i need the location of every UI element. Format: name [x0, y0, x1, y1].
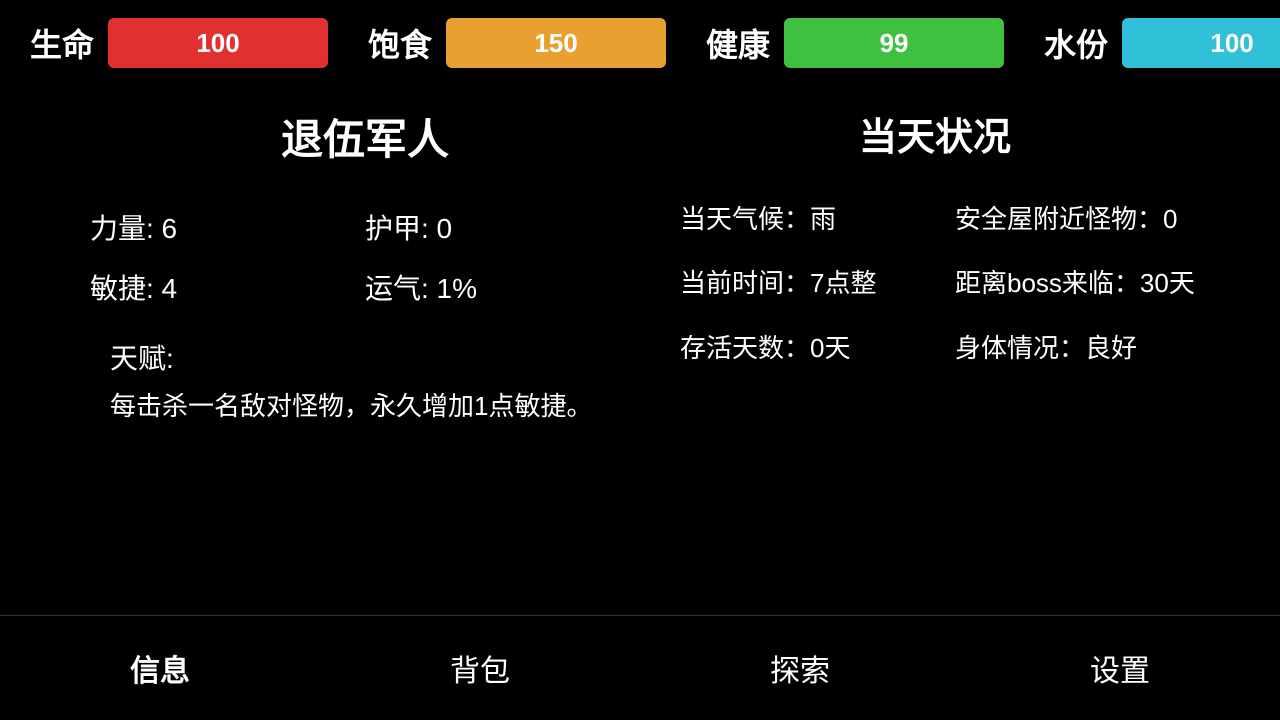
monsters-item: 安全屋附近怪物：0: [955, 201, 1210, 237]
water-value: 100: [1210, 28, 1253, 59]
hp-bar: 100: [108, 18, 328, 68]
stats-grid: 力量: 6 护甲: 0 敏捷: 4 运气: 1%: [50, 207, 620, 327]
daily-grid: 当天气候：雨 安全屋附近怪物：0 当前时间：7点整 距离boss来临：30天 存…: [660, 201, 1230, 366]
nav-explore[interactable]: 探索: [640, 636, 960, 700]
hp-value: 100: [196, 28, 239, 59]
water-group: 水份 100: [1044, 18, 1280, 68]
luck-stat: 运气: 1%: [365, 267, 600, 307]
health-bar: 99: [784, 18, 1004, 68]
character-panel: 退伍军人 力量: 6 护甲: 0 敏捷: 4 运气: 1% 天赋: 每击杀一名敌…: [30, 96, 640, 446]
hp-label: 生命: [30, 20, 94, 66]
talent-section: 天赋: 每击杀一名敌对怪物，永久增加1点敏捷。: [50, 327, 620, 436]
nav-info[interactable]: 信息: [0, 636, 320, 700]
agility-stat: 敏捷: 4: [90, 267, 325, 307]
character-title: 退伍军人: [50, 106, 620, 167]
strength-stat: 力量: 6: [90, 207, 325, 247]
time-item: 当前时间：7点整: [680, 265, 935, 301]
water-bar: 100: [1122, 18, 1280, 68]
bottom-nav: 信息 背包 探索 设置: [0, 615, 1280, 720]
main-content: 退伍军人 力量: 6 护甲: 0 敏捷: 4 运气: 1% 天赋: 每击杀一名敌…: [0, 86, 1280, 456]
daily-panel: 当天状况 当天气候：雨 安全屋附近怪物：0 当前时间：7点整 距离boss来临：…: [640, 96, 1250, 446]
weather-item: 当天气候：雨: [680, 201, 935, 237]
talent-desc: 每击杀一名敌对怪物，永久增加1点敏捷。: [110, 387, 600, 426]
nav-backpack[interactable]: 背包: [320, 636, 640, 700]
status-bar: 生命 100 饱食 150 健康 99 水份 100: [0, 0, 1280, 86]
boss-item: 距离boss来临：30天: [955, 265, 1210, 301]
water-label: 水份: [1044, 20, 1108, 66]
food-bar: 150: [446, 18, 666, 68]
food-value: 150: [534, 28, 577, 59]
daily-title: 当天状况: [660, 106, 1230, 161]
health-label: 健康: [706, 20, 770, 66]
body-item: 身体情况：良好: [955, 330, 1210, 366]
talent-label: 天赋:: [110, 337, 600, 377]
food-group: 饱食 150: [368, 18, 666, 68]
hp-group: 生命 100: [30, 18, 328, 68]
food-label: 饱食: [368, 20, 432, 66]
armor-stat: 护甲: 0: [365, 207, 600, 247]
survival-item: 存活天数：0天: [680, 330, 935, 366]
health-group: 健康 99: [706, 18, 1004, 68]
nav-settings[interactable]: 设置: [960, 636, 1280, 700]
health-value: 99: [880, 28, 909, 59]
